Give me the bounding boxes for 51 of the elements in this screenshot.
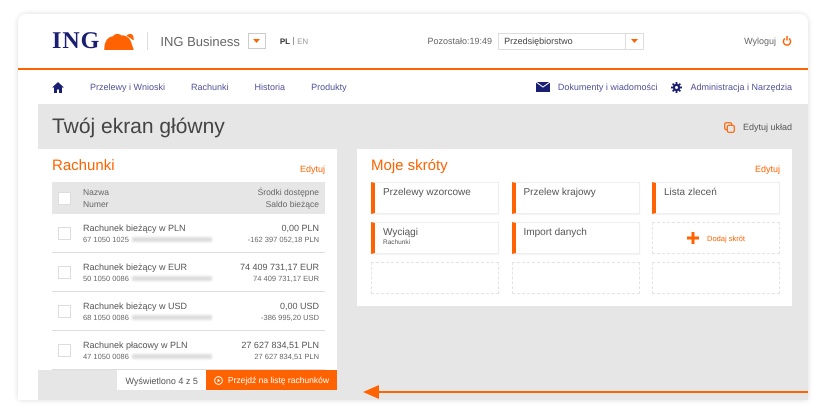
shortcut-tile[interactable]: Import danych	[512, 222, 640, 254]
panel-title: Rachunki	[52, 157, 115, 174]
checkbox[interactable]	[58, 226, 71, 240]
settings-icon	[671, 82, 682, 92]
account-name: Rachunek bieżący w EUR	[83, 262, 188, 272]
account-name: Rachunek bieżący w USD	[83, 300, 188, 310]
plus-icon	[687, 232, 700, 244]
column-header: Środki dostępne	[258, 187, 319, 197]
account-name: Rachunek płacowy w PLN	[83, 340, 189, 350]
power-icon[interactable]	[782, 36, 792, 46]
checkbox[interactable]	[58, 304, 71, 318]
session-timer: Pozostało:19:49	[428, 36, 492, 46]
account-name: Rachunek bieżący w PLN	[83, 222, 187, 232]
caret-icon	[631, 39, 638, 43]
language-link[interactable]: PL	[280, 36, 290, 46]
nav-link[interactable]: Przelewy i Wnioski	[90, 82, 166, 92]
available-funds: 0,00 PLN	[281, 222, 319, 232]
caret-icon	[253, 39, 260, 43]
empty-slot[interactable]	[652, 262, 780, 294]
nav-link[interactable]: Administracja i Narzędzia	[690, 82, 792, 92]
edit-layout-link[interactable]: Edytuj układ	[724, 122, 792, 132]
available-funds: 74 409 731,17 EUR	[240, 262, 319, 272]
product-name: ING Business	[160, 34, 240, 48]
envelope-icon	[536, 82, 550, 92]
play-icon	[214, 376, 223, 384]
empty-slot[interactable]	[512, 262, 640, 294]
ing-logo: ING	[52, 28, 100, 54]
checkbox[interactable]	[58, 192, 71, 204]
checkbox[interactable]	[58, 266, 71, 278]
home-icon[interactable]	[52, 82, 64, 92]
panel-title: Moje skróty	[371, 157, 448, 174]
shortcut-tile[interactable]: Przelewy wzorcowe	[371, 182, 499, 214]
nav-link[interactable]: Historia	[254, 82, 286, 92]
displayed-count: Wyświetlono 4 z 5	[117, 370, 206, 390]
nav-link[interactable]: Dokumenty i wiadomości	[558, 82, 658, 92]
nav-link[interactable]: Rachunki	[191, 82, 229, 92]
column-header: Saldo bieżące	[266, 199, 319, 209]
available-funds: 0,00 USD	[280, 300, 319, 310]
available-funds: 27 627 834,51 PLN	[241, 340, 319, 350]
column-header: Nazwa	[83, 187, 109, 197]
checkbox[interactable]	[58, 344, 71, 356]
copy-icon	[724, 122, 735, 132]
page-title: Twój ekran główny	[52, 115, 225, 139]
empty-slot[interactable]	[371, 262, 499, 294]
company-select[interactable]: Przedsiębiorstwo	[498, 32, 644, 50]
product-dropdown[interactable]	[248, 33, 266, 49]
shortcut-tile[interactable]: Lista zleceń	[652, 182, 780, 214]
shortcut-tile[interactable]: Przelew krajowy	[512, 182, 640, 214]
column-header: Numer	[83, 199, 109, 209]
logout-link[interactable]: Wyloguj	[744, 36, 776, 46]
nav-link[interactable]: Produkty	[311, 82, 347, 92]
